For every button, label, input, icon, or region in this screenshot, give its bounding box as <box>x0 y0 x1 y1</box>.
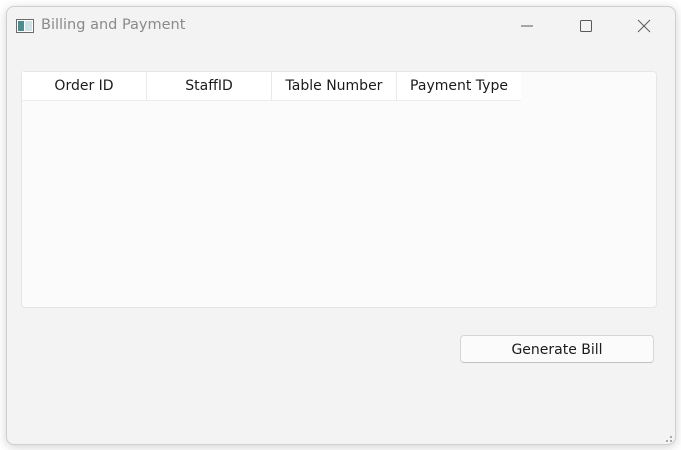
minimize-button[interactable] <box>504 7 550 43</box>
title-bar[interactable]: Billing and Payment <box>7 7 675 45</box>
maximize-button[interactable] <box>563 7 609 43</box>
orders-table[interactable]: Order ID StaffID Table Number Payment Ty… <box>21 71 657 308</box>
generate-bill-button[interactable]: Generate Bill <box>460 335 654 363</box>
column-header-table-number[interactable]: Table Number <box>272 72 397 101</box>
resize-grip-icon[interactable] <box>662 431 672 442</box>
billing-window: Billing and Payment Order ID StaffID Tab… <box>6 6 676 445</box>
close-icon <box>637 19 651 33</box>
column-header-staff-id[interactable]: StaffID <box>147 72 272 101</box>
maximize-icon <box>580 20 592 32</box>
column-header-order-id[interactable]: Order ID <box>22 72 147 101</box>
close-button[interactable] <box>621 7 667 43</box>
table-header-row: Order ID StaffID Table Number Payment Ty… <box>22 72 521 101</box>
window-title: Billing and Payment <box>41 17 186 33</box>
app-window-icon <box>16 18 34 33</box>
minimize-icon <box>521 25 533 27</box>
column-header-payment-type[interactable]: Payment Type <box>397 72 521 101</box>
